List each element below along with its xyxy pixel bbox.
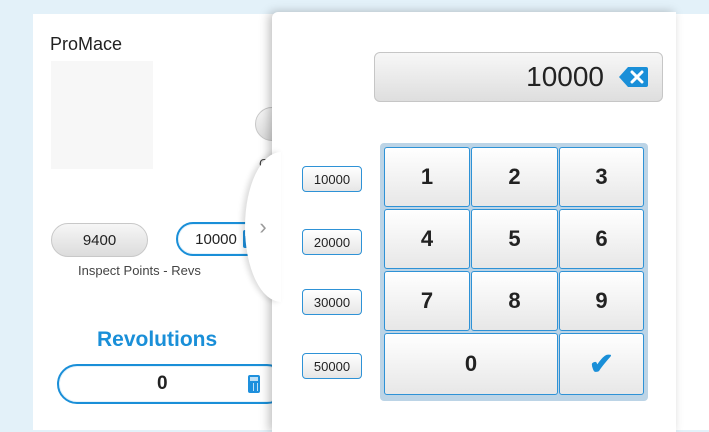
key-9[interactable]: 9 [559, 271, 644, 331]
numeric-keypad: 1 2 3 4 5 6 7 8 9 0 ✔ [380, 143, 648, 401]
inspect-value: 9400 [82, 231, 117, 249]
app-title: ProMace [50, 34, 123, 54]
key-1[interactable]: 1 [384, 147, 470, 207]
revolutions-title: Revolutions [97, 328, 218, 351]
logo-placeholder [51, 61, 153, 169]
key-5[interactable]: 5 [471, 209, 558, 269]
revolutions-value: 0 [157, 373, 168, 394]
revolutions-field[interactable]: 0 [57, 364, 287, 404]
key-6[interactable]: 6 [559, 209, 644, 269]
key-8[interactable]: 8 [471, 271, 558, 331]
calculator-icon[interactable] [247, 375, 260, 393]
preset-10000-button[interactable]: 10000 [302, 166, 362, 192]
display-value: 10000 [526, 61, 604, 92]
inspect-points-label: Inspect Points - Revs [78, 263, 201, 278]
preset-20000-button[interactable]: 20000 [302, 229, 362, 255]
key-3[interactable]: 3 [559, 147, 644, 207]
confirm-button[interactable]: ✔ [559, 333, 644, 395]
preset-50000-button[interactable]: 50000 [302, 353, 362, 379]
preset-30000-button[interactable]: 30000 [302, 289, 362, 315]
key-2[interactable]: 2 [471, 147, 558, 207]
backspace-icon[interactable] [618, 65, 650, 89]
key-0[interactable]: 0 [384, 333, 558, 395]
key-4[interactable]: 4 [384, 209, 470, 269]
chevron-right-icon: › [259, 214, 267, 239]
check-icon: ✔ [588, 347, 615, 381]
inspect-calc-value: 10000 [195, 230, 237, 248]
key-7[interactable]: 7 [384, 271, 470, 331]
keypad-display: 10000 [374, 52, 663, 102]
inspect-value-field[interactable]: 9400 [51, 223, 148, 257]
